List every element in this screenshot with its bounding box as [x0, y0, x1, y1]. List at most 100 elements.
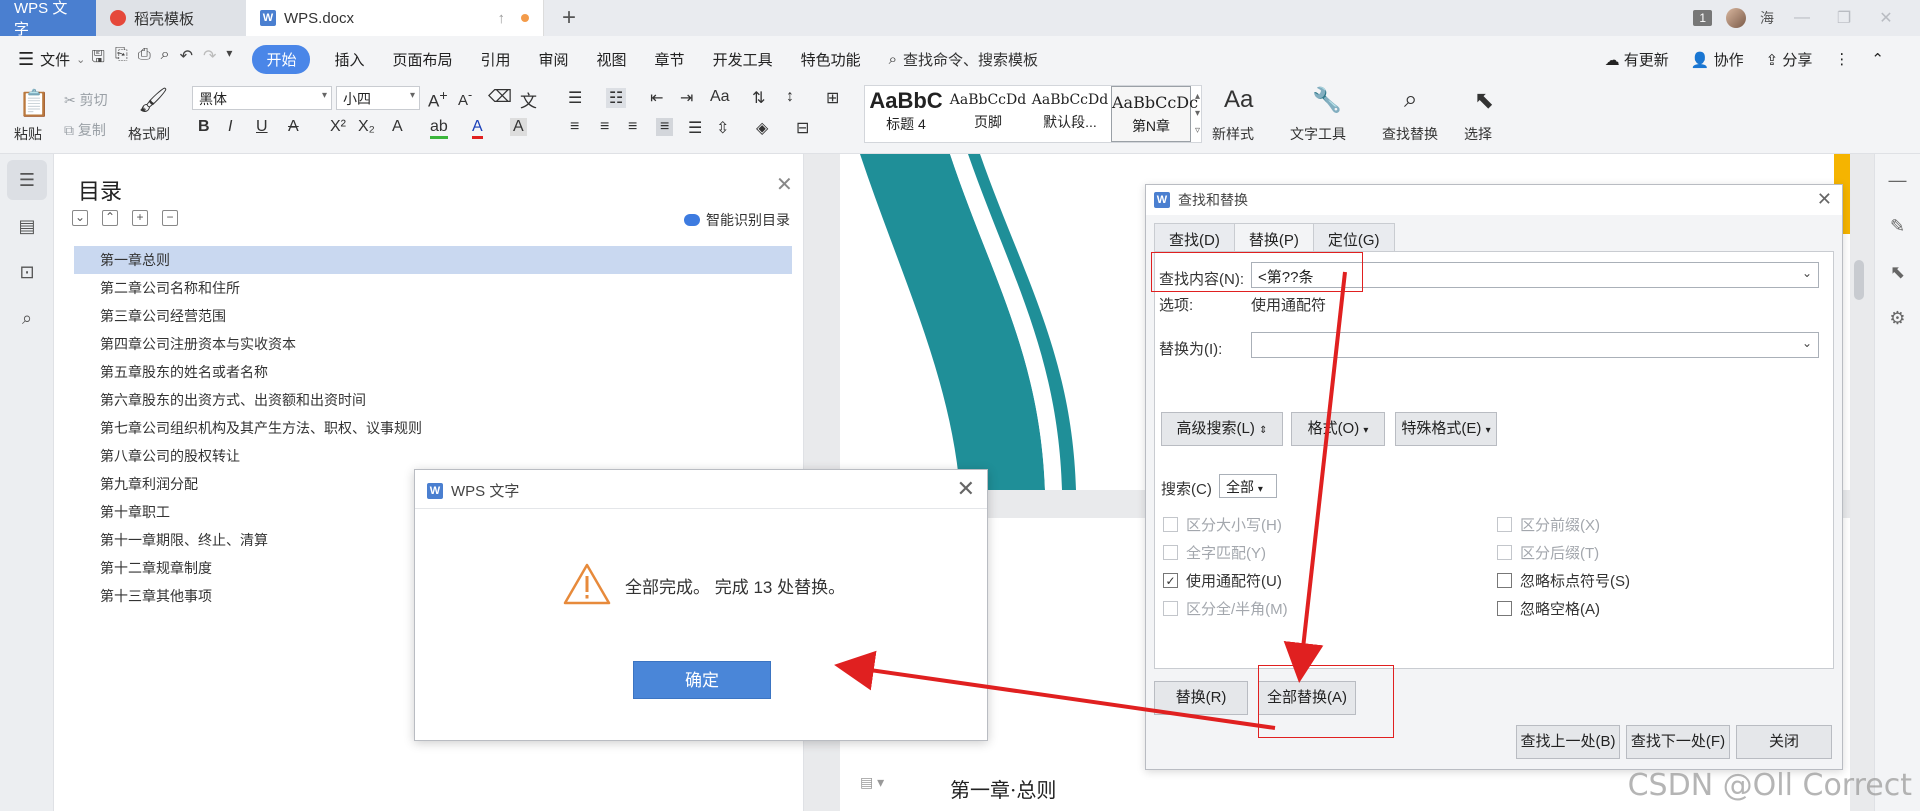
- subscript-icon[interactable]: X₂: [358, 118, 375, 136]
- checkbox-ignore-punct[interactable]: 忽略标点符号(S): [1497, 570, 1630, 591]
- wps-brand-tab[interactable]: WPS 文字: [0, 0, 96, 38]
- align-right-icon[interactable]: ≡: [628, 118, 637, 136]
- find-pane-icon[interactable]: ⌕: [7, 298, 47, 338]
- bold-icon[interactable]: B: [198, 118, 210, 136]
- justify-icon[interactable]: ≡: [656, 118, 674, 136]
- checkbox-wildcards[interactable]: ✓ 使用通配符(U): [1163, 570, 1282, 591]
- print-preview-icon[interactable]: ⌕: [161, 46, 170, 73]
- magnifier-icon[interactable]: ⌕: [1404, 86, 1417, 114]
- new-tab-button[interactable]: +: [544, 0, 594, 36]
- strikethrough-icon[interactable]: A: [288, 118, 299, 136]
- highlight-icon[interactable]: ab: [430, 118, 448, 139]
- find-next-button[interactable]: 查找下一处(F): [1626, 725, 1730, 759]
- checkbox-prefix[interactable]: 区分前缀(X): [1497, 514, 1600, 535]
- user-name[interactable]: 海: [1760, 8, 1774, 28]
- search-scope-select[interactable]: 全部 ▾: [1219, 474, 1277, 498]
- save-icon[interactable]: 🖫: [91, 46, 105, 73]
- line-spacing-icon[interactable]: ↕: [786, 88, 794, 106]
- window-count-badge[interactable]: 1: [1693, 10, 1712, 26]
- toc-item[interactable]: 第四章公司注册资本与实收资本: [74, 330, 792, 358]
- chevron-down-icon[interactable]: ⌄: [76, 53, 85, 66]
- toc-item[interactable]: 第八章公司的股权转让: [74, 442, 792, 470]
- menu-section[interactable]: 章节: [641, 49, 699, 70]
- checkbox-whole-word[interactable]: 全字匹配(Y): [1163, 542, 1266, 563]
- replace-button[interactable]: 替换(R): [1154, 681, 1248, 715]
- toc-item[interactable]: 第一章总则: [74, 246, 792, 274]
- style-default[interactable]: AaBbCcDd 默认段...: [1029, 86, 1111, 142]
- export-icon[interactable]: ⎘: [115, 46, 128, 73]
- distribute-icon[interactable]: ☰: [688, 118, 702, 138]
- style-heading4[interactable]: AaBbC 标题 4: [865, 86, 947, 142]
- document-tab[interactable]: W WPS.docx ↑: [246, 0, 544, 36]
- checkbox-match-case[interactable]: 区分大小写(H): [1163, 514, 1282, 535]
- pinyin-icon[interactable]: 文: [520, 87, 537, 112]
- find-prev-button[interactable]: 查找上一处(B): [1516, 725, 1620, 759]
- bullet-list-icon[interactable]: ☰: [568, 88, 582, 108]
- user-avatar[interactable]: [1726, 8, 1746, 28]
- toc-item[interactable]: 第三章公司经营范围: [74, 302, 792, 330]
- cut-button[interactable]: ✂ 剪切: [64, 90, 108, 110]
- menu-insert[interactable]: 插入: [320, 49, 378, 70]
- format-button[interactable]: 格式(O) ▾: [1291, 412, 1385, 446]
- superscript-icon[interactable]: X²: [330, 118, 346, 136]
- remove-icon[interactable]: −: [162, 210, 178, 226]
- toc-item[interactable]: 第七章公司组织机构及其产生方法、职权、议事规则: [74, 414, 792, 442]
- vertical-scrollbar[interactable]: [1852, 160, 1866, 660]
- font-size-select[interactable]: 小四 ▾: [336, 86, 420, 110]
- toc-item[interactable]: 第六章股东的出资方式、出资额和出资时间: [74, 386, 792, 414]
- close-icon[interactable]: ✕: [776, 172, 793, 197]
- bookmark-icon[interactable]: ⊡: [7, 252, 47, 292]
- template-tab[interactable]: 稻壳模板: [96, 0, 246, 36]
- menu-view[interactable]: 视图: [583, 49, 641, 70]
- collapse-icon[interactable]: ⌃: [102, 210, 118, 226]
- text-tools-button[interactable]: 文字工具: [1290, 124, 1346, 144]
- copy-button[interactable]: ⧉ 复制: [64, 120, 106, 140]
- scrollbar-thumb[interactable]: [1854, 260, 1864, 300]
- style-chapter[interactable]: AaBbCcDc 第N章: [1111, 86, 1198, 142]
- wrench-icon[interactable]: 🔧: [1312, 86, 1342, 115]
- pointer-icon[interactable]: ⬉: [1875, 252, 1920, 292]
- outdent-icon[interactable]: ⇤: [650, 88, 663, 108]
- toc-icon[interactable]: ☰: [7, 160, 47, 200]
- grow-font-icon[interactable]: A+: [428, 88, 448, 112]
- menu-features[interactable]: 特色功能: [787, 49, 875, 70]
- style-scroll-icon[interactable]: ▴ ▾ ▿: [1195, 88, 1200, 139]
- chapter-heading[interactable]: 第一章·总则: [950, 774, 1056, 803]
- chevron-down-icon[interactable]: ⌄: [1802, 266, 1812, 280]
- replace-input[interactable]: ⌄: [1251, 332, 1819, 358]
- smart-toc-button[interactable]: 智能识别目录: [684, 210, 790, 230]
- toc-item[interactable]: 第五章股东的姓名或者名称: [74, 358, 792, 386]
- font-name-select[interactable]: 黑体 ▾: [192, 86, 332, 110]
- change-case-icon[interactable]: Aa: [710, 88, 730, 106]
- border-icon[interactable]: ⊞: [826, 88, 839, 108]
- add-icon[interactable]: +: [132, 210, 148, 226]
- more-icon[interactable]: ⋮: [1834, 50, 1849, 68]
- shrink-font-icon[interactable]: A-: [458, 88, 472, 109]
- new-style-button[interactable]: 新样式: [1212, 124, 1254, 144]
- close-icon[interactable]: ✕: [1817, 189, 1832, 210]
- collab-button[interactable]: 👤 协作: [1691, 49, 1744, 70]
- pen-icon[interactable]: ✎: [1875, 206, 1920, 246]
- menu-review[interactable]: 审阅: [525, 49, 583, 70]
- text-effect-icon[interactable]: A: [392, 118, 403, 136]
- para-spacing-icon[interactable]: ⇳: [716, 118, 729, 138]
- align-left-icon[interactable]: ≡: [570, 118, 579, 136]
- menu-layout[interactable]: 页面布局: [378, 49, 466, 70]
- font-color-icon[interactable]: A: [472, 118, 483, 139]
- redo-icon[interactable]: ↷: [203, 46, 216, 73]
- hamburger-icon[interactable]: ☰: [18, 49, 34, 70]
- update-button[interactable]: ☁ 有更新: [1605, 49, 1669, 70]
- checkbox-ignore-space[interactable]: 忽略空格(A): [1497, 598, 1600, 619]
- checkbox-width[interactable]: 区分全/半角(M): [1163, 598, 1288, 619]
- file-menu[interactable]: 文件: [40, 49, 70, 70]
- ok-button[interactable]: 确定: [633, 661, 771, 699]
- menu-home[interactable]: 开始: [252, 44, 311, 74]
- close-window-icon[interactable]: ✕: [1872, 8, 1900, 28]
- expand-icon[interactable]: ⌄: [72, 210, 88, 226]
- new-style-icon[interactable]: Aa: [1224, 86, 1253, 114]
- menu-references[interactable]: 引用: [467, 49, 525, 70]
- menu-developer[interactable]: 开发工具: [699, 49, 787, 70]
- close-button[interactable]: 关闭: [1736, 725, 1832, 759]
- clear-format-icon[interactable]: ⌫: [488, 87, 512, 107]
- print-icon[interactable]: ⎙: [138, 46, 151, 73]
